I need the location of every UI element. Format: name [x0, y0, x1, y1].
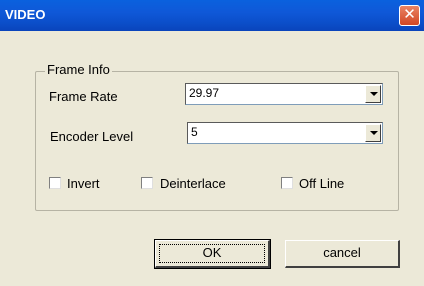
encoder-level-label: Encoder Level — [50, 129, 134, 144]
close-icon: ✕ — [403, 6, 416, 23]
close-button[interactable]: ✕ — [399, 5, 420, 26]
chevron-down-icon[interactable] — [365, 124, 381, 142]
frame-rate-label: Frame Rate — [49, 89, 118, 104]
ok-button-label: OK — [202, 245, 222, 260]
window-title: VIDEO — [5, 7, 46, 22]
offline-checkbox[interactable] — [281, 177, 293, 189]
group-title: Frame Info — [45, 62, 112, 77]
ok-button[interactable]: OK — [154, 239, 271, 269]
title-bar[interactable]: VIDEO ✕ — [0, 0, 424, 31]
deinterlace-checkbox[interactable] — [141, 177, 153, 189]
encoder-level-select[interactable]: 5 — [187, 122, 383, 144]
invert-label[interactable]: Invert — [67, 176, 100, 191]
video-dialog: VIDEO ✕ Frame Info Frame Rate 29.97 Enco… — [0, 0, 424, 286]
cancel-button[interactable]: cancel — [285, 240, 400, 268]
frame-rate-value: 29.97 — [189, 86, 220, 100]
cancel-button-label: cancel — [323, 245, 361, 260]
invert-checkbox[interactable] — [49, 177, 61, 189]
encoder-level-value: 5 — [191, 125, 198, 139]
frame-rate-select[interactable]: 29.97 — [185, 83, 383, 105]
offline-label[interactable]: Off Line — [299, 176, 344, 191]
deinterlace-label[interactable]: Deinterlace — [160, 176, 226, 191]
chevron-down-icon[interactable] — [365, 85, 381, 103]
